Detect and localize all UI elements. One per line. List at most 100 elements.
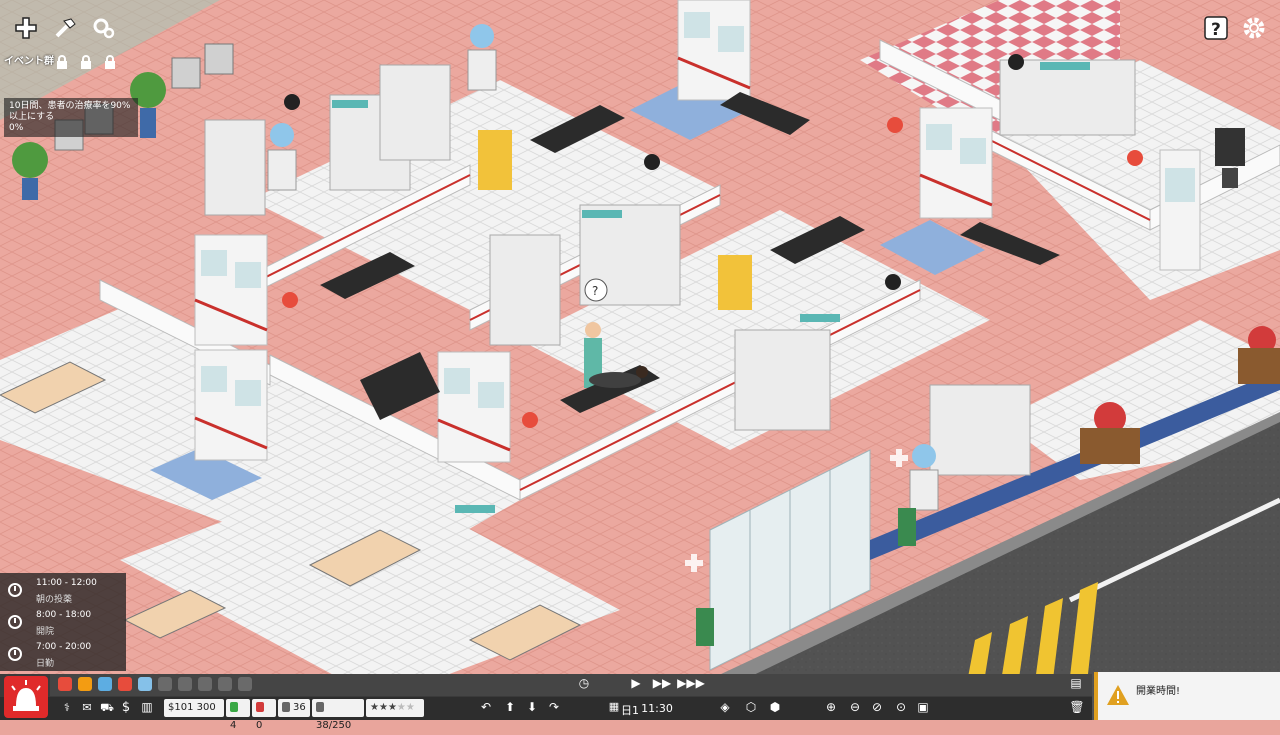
pill-overlay-icon[interactable] [138, 677, 152, 691]
disabled-overlay-icon [238, 677, 252, 691]
lock-icon [81, 55, 91, 69]
alarm-icon [11, 680, 41, 711]
flask-overlay-icon[interactable] [98, 677, 112, 691]
patients-count[interactable]: 36 [278, 699, 310, 717]
patients-count-value: 36 [293, 702, 306, 713]
waiting-patients-count[interactable]: 0 [252, 699, 276, 731]
schedule-item[interactable]: 8:00 - 18:00 開院 [0, 607, 126, 639]
schedule-panel[interactable]: 11:00 - 12:00 朝の投薬 8:00 - 18:00 開院 7:00 … [0, 573, 126, 671]
sick-person-icon [256, 702, 264, 712]
schedule-time: 7:00 - 20:00 [36, 642, 92, 652]
tools-button[interactable] [49, 12, 81, 44]
lock-icon [57, 55, 67, 69]
settings-button[interactable] [1238, 12, 1270, 44]
person-icon [230, 702, 238, 712]
cutaway-view-button[interactable]: ⬢ [766, 700, 784, 714]
schedule-item[interactable]: 11:00 - 12:00 朝の投薬 [0, 575, 126, 607]
pause-icon[interactable]: ◷ [574, 676, 594, 690]
svg-text:?: ? [592, 284, 598, 298]
floor-view-button[interactable]: ◈ [716, 700, 734, 714]
game-clock: 11:30 [641, 702, 673, 715]
hire-icon[interactable]: ✉ [78, 701, 96, 714]
waiting-patients-value: 0 [256, 720, 263, 731]
stats-icon[interactable]: ▥ [138, 700, 156, 714]
play-button[interactable]: ▶ [626, 676, 646, 690]
patient-icon [282, 702, 290, 712]
warning-icon [1107, 685, 1129, 705]
star-filled-icon: ★ [378, 702, 388, 713]
money-value: $101 300 [168, 702, 216, 713]
camera-down-button[interactable]: ⬇ [524, 700, 540, 714]
schedule-item[interactable]: 7:00 - 20:00 日勤 [0, 639, 126, 671]
hammer-icon [55, 18, 76, 38]
capacity-value: 38/250 [316, 720, 352, 731]
svg-text:?: ? [1211, 20, 1221, 40]
schedule-name: 日勤 [36, 659, 55, 669]
screenshot-button[interactable]: ▣ [914, 700, 932, 714]
alarm-overlay-icon[interactable] [58, 677, 72, 691]
rotate-left-button[interactable]: ↶ [478, 700, 494, 714]
notification-popup[interactable]: 開業時間! [1094, 672, 1280, 720]
staff-count-value: 4 [230, 720, 237, 731]
rotate-right-button[interactable]: ↷ [546, 700, 562, 714]
clipboard-icon[interactable]: ▤ [1066, 676, 1086, 690]
zoom-out-button[interactable]: ⊖ [846, 700, 864, 714]
star-empty-icon: ★ [405, 702, 415, 713]
help-icon: ? [1204, 16, 1228, 40]
disabled-overlay-icon [218, 677, 232, 691]
trash-icon[interactable]: 🗑 [1068, 700, 1086, 714]
gears-icon [93, 18, 115, 39]
disabled-overlay-icon [198, 677, 212, 691]
capacity-display[interactable]: 38/250 [312, 699, 364, 731]
zoom-button[interactable]: ⊘ [868, 700, 886, 714]
emergency-alarm-button[interactable] [4, 676, 48, 718]
lock-icon [105, 55, 115, 69]
game-viewport[interactable]: ? [0, 0, 1280, 720]
event-panel: イベント群 [4, 52, 134, 69]
schedule-name: 開院 [36, 627, 55, 637]
schedule-time: 8:00 - 18:00 [36, 610, 92, 620]
door-group[interactable] [194, 349, 268, 461]
biohazard-overlay-icon[interactable] [78, 677, 92, 691]
build-button[interactable] [10, 12, 42, 44]
hospital-rating[interactable]: ★★★★★ [366, 699, 424, 717]
star-filled-icon: ★ [387, 702, 397, 713]
fastest-forward-button[interactable]: ▶▶▶ [676, 676, 706, 690]
status-toolbar: ⚕ ✉ ⛟ $ ▥ $101 300 4 0 36 38/250 ★★★★★ ↶… [0, 697, 1092, 731]
objective-text-line1: 10日間、患者の治療率を90% [9, 101, 131, 111]
stopwatch-icon [8, 583, 22, 597]
notification-text: 開業時間! [1136, 686, 1181, 697]
door-group[interactable] [677, 0, 751, 101]
staff-count[interactable]: 4 [226, 699, 250, 731]
money-display[interactable]: $101 300 [164, 699, 224, 717]
objective-panel[interactable]: 10日間、患者の治療率を90% 以上にする 0% [4, 98, 138, 137]
stopwatch-icon [8, 615, 22, 629]
walls-view-button[interactable]: ⬡ [742, 700, 760, 714]
staff-icon[interactable]: ⚕ [58, 701, 76, 714]
objective-progress: 0% [9, 123, 24, 133]
door-group[interactable] [437, 351, 511, 463]
fast-forward-button[interactable]: ▶▶ [650, 676, 674, 690]
schedule-time: 11:00 - 12:00 [36, 578, 97, 588]
door-group[interactable] [919, 107, 993, 219]
reset-zoom-button[interactable]: ⊙ [892, 700, 910, 714]
visitor-icon [316, 702, 324, 712]
settings-icon [1243, 17, 1265, 39]
management-button[interactable] [88, 12, 120, 44]
medkit-overlay-icon[interactable] [118, 677, 132, 691]
overlay-toolbar: ◷ ▶ ▶▶ ▶▶▶ ▤ [50, 674, 1092, 696]
door-group[interactable] [194, 234, 268, 346]
star-empty-icon: ★ [396, 702, 406, 713]
help-button[interactable]: ? [1200, 12, 1232, 44]
objective-text-line2: 以上にする [9, 112, 55, 122]
disabled-overlay-icon [178, 677, 192, 691]
vehicle-icon[interactable]: ⛟ [98, 701, 116, 716]
finance-icon[interactable]: $ [118, 700, 134, 715]
rating-stars: ★★★★★ [370, 702, 415, 713]
star-filled-icon: ★ [370, 702, 379, 713]
stopwatch-icon [8, 647, 22, 661]
schedule-name: 朝の投薬 [36, 595, 73, 605]
zoom-in-button[interactable]: ⊕ [822, 700, 840, 714]
door-group[interactable] [1159, 149, 1201, 271]
camera-up-button[interactable]: ⬆ [502, 700, 518, 714]
